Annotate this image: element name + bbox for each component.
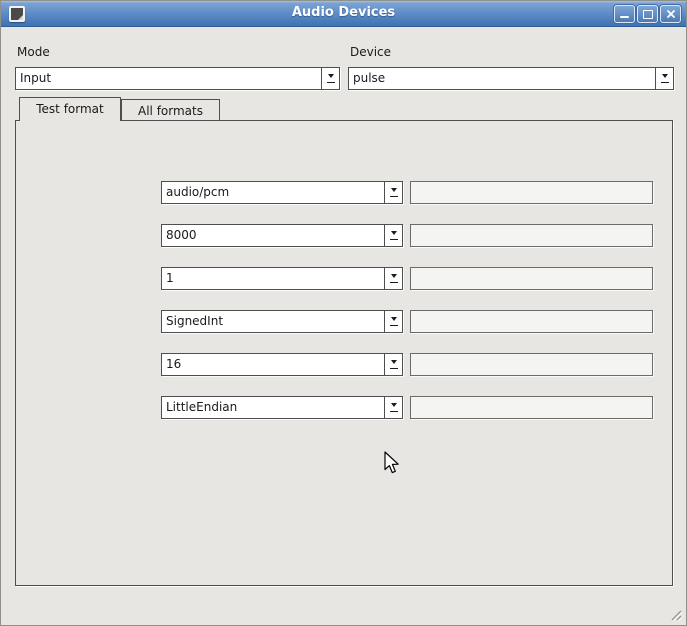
channels-value: 1 — [166, 271, 174, 285]
close-button[interactable] — [660, 5, 681, 23]
codec-value: audio/pcm — [166, 185, 229, 199]
device-select[interactable]: pulse — [348, 67, 674, 90]
minimize-button[interactable] — [614, 5, 635, 23]
chevron-down-icon — [384, 354, 402, 375]
tab-test-format[interactable]: Test format — [19, 97, 121, 121]
audio-devices-window: Audio Devices Mode Input Device pulse Te… — [0, 0, 687, 626]
mode-select[interactable]: Input — [15, 67, 340, 90]
nearest-samplesize-field — [410, 353, 653, 376]
channels-select[interactable]: 1 — [161, 267, 403, 290]
tab-test-format-label: Test format — [20, 98, 120, 116]
nearest-frequency-field — [410, 224, 653, 247]
tab-all-formats-label: All formats — [122, 100, 219, 118]
chevron-down-icon — [384, 397, 402, 418]
mode-label: Mode — [17, 45, 50, 59]
title-bar[interactable]: Audio Devices — [1, 1, 686, 27]
sampletype-value: SignedInt — [166, 314, 223, 328]
mouse-cursor-icon — [383, 451, 405, 475]
maximize-button[interactable] — [637, 5, 658, 23]
nearest-endianess-field — [410, 396, 653, 419]
chevron-down-icon — [655, 68, 673, 89]
tab-all-formats[interactable]: All formats — [121, 99, 220, 120]
nearest-channels-field — [410, 267, 653, 290]
endianess-value: LittleEndian — [166, 400, 237, 414]
window-title: Audio Devices — [1, 5, 686, 20]
chevron-down-icon — [321, 68, 339, 89]
mode-value: Input — [20, 71, 51, 85]
close-icon — [667, 10, 675, 18]
samplesize-select[interactable]: 16 — [161, 353, 403, 376]
window-controls — [614, 5, 681, 23]
samplesize-value: 16 — [166, 357, 181, 371]
sampletype-select[interactable]: SignedInt — [161, 310, 403, 333]
device-label: Device — [350, 45, 391, 59]
resize-grip[interactable] — [668, 607, 682, 621]
nearest-codec-field — [410, 181, 653, 204]
minimize-icon — [620, 16, 629, 18]
codec-select[interactable]: audio/pcm — [161, 181, 403, 204]
chevron-down-icon — [384, 182, 402, 203]
device-value: pulse — [353, 71, 385, 85]
maximize-icon — [643, 10, 653, 19]
nearest-sampletype-field — [410, 310, 653, 333]
chevron-down-icon — [384, 311, 402, 332]
frequency-select[interactable]: 8000 — [161, 224, 403, 247]
chevron-down-icon — [384, 225, 402, 246]
endianess-select[interactable]: LittleEndian — [161, 396, 403, 419]
frequency-value: 8000 — [166, 228, 197, 242]
chevron-down-icon — [384, 268, 402, 289]
